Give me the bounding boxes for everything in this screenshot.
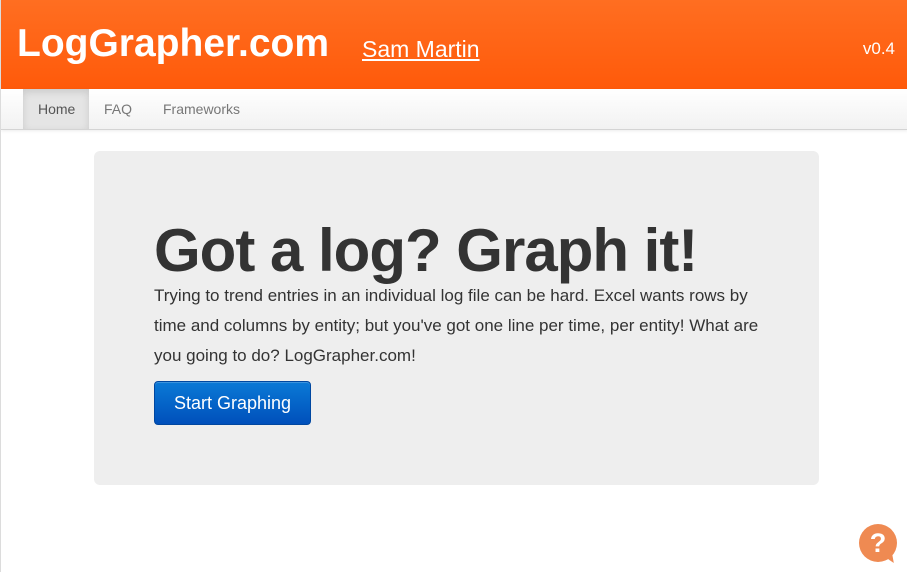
nav-bar: Home FAQ Frameworks xyxy=(1,89,907,130)
question-bubble-icon: ? xyxy=(869,528,887,558)
nav-item-frameworks[interactable]: Frameworks xyxy=(148,89,255,129)
hero-title: Got a log? Graph it! xyxy=(154,217,698,284)
author-link[interactable]: Sam Martin xyxy=(362,35,480,63)
page: LogGrapher.com Sam Martin v0.4 Home FAQ … xyxy=(0,0,907,572)
version-label: v0.4 xyxy=(862,39,895,58)
nav-item-faq[interactable]: FAQ xyxy=(89,89,147,129)
site-brand-link[interactable]: LogGrapher.com xyxy=(17,22,329,66)
nav-item-home[interactable]: Home xyxy=(23,89,89,129)
start-graphing-button[interactable]: Start Graphing xyxy=(154,381,311,425)
help-button[interactable]: ? xyxy=(859,524,897,562)
hero-unit: Got a log? Graph it! Trying to trend ent… xyxy=(94,151,819,485)
header-bar: LogGrapher.com Sam Martin v0.4 xyxy=(1,0,907,89)
hero-description: Trying to trend entries in an individual… xyxy=(154,286,759,365)
